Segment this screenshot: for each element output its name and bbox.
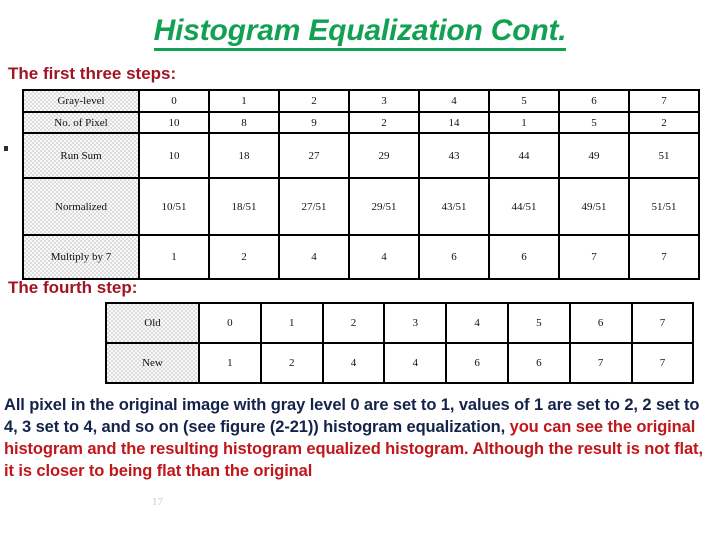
table-cell: 27/51: [278, 177, 350, 236]
table-row: No. of Pixel 10 8 9 2 14 1 5 2: [22, 111, 700, 134]
table-cell: 10: [138, 111, 210, 134]
old-new-mapping-table: Old 0 1 2 3 4 5 6 7 New 1 2 4 4 6 6 7 7: [105, 302, 695, 384]
table-cell: 6: [558, 89, 630, 113]
section-heading-fourth-step: The fourth step:: [8, 278, 138, 297]
table-cell: 6: [568, 302, 633, 344]
table-cell: 51: [628, 132, 700, 179]
row-label: New: [105, 342, 200, 384]
table-row: Gray-level 0 1 2 3 4 5 6 7: [22, 89, 700, 113]
table-cell: 2: [259, 342, 324, 384]
histogram-steps-table: Gray-level 0 1 2 3 4 5 6 7 No. of Pixel …: [22, 89, 700, 280]
table-cell: 1: [198, 342, 262, 384]
table-cell: 43/51: [418, 177, 490, 236]
table-cell: 49: [558, 132, 630, 179]
row-label: No. of Pixel: [22, 111, 140, 134]
page-title-text: Histogram Equalization Cont.: [153, 15, 567, 51]
bullet-marker-icon: [4, 146, 8, 151]
table-cell: 2: [348, 111, 420, 134]
table-cell: 6: [445, 342, 509, 384]
table-cell: 29/51: [348, 177, 420, 236]
table-cell: 18/51: [208, 177, 280, 236]
table-cell: 4: [445, 302, 509, 344]
row-label: Multiply by 7: [22, 234, 140, 280]
table-cell: 6: [488, 234, 560, 280]
table-cell: 7: [628, 234, 700, 280]
table-cell: 5: [558, 111, 630, 134]
table-cell: 1: [488, 111, 560, 134]
table-cell: 8: [208, 111, 280, 134]
table-row: Multiply by 7 1 2 4 4 6 6 7 7: [22, 234, 700, 280]
table-cell: 2: [321, 302, 386, 344]
table-cell: 14: [418, 111, 490, 134]
row-label: Old: [105, 302, 200, 344]
table-cell: 1: [208, 89, 280, 113]
explanation-paragraph: All pixel in the original image with gra…: [4, 394, 716, 482]
table-cell: 5: [506, 302, 571, 344]
table-cell: 0: [198, 302, 262, 344]
table-cell: 7: [630, 342, 695, 384]
table-cell: 10: [138, 132, 210, 179]
table-cell: 4: [278, 234, 350, 280]
table-row: New 1 2 4 4 6 6 7 7: [105, 342, 695, 384]
table-cell: 6: [506, 342, 571, 384]
table-cell: 29: [348, 132, 420, 179]
table-cell: 18: [208, 132, 280, 179]
table-cell: 27: [278, 132, 350, 179]
table-cell: 51/51: [628, 177, 700, 236]
table-cell: 3: [383, 302, 448, 344]
table-cell: 10/51: [138, 177, 210, 236]
table-cell: 5: [488, 89, 560, 113]
table-row: Run Sum 10 18 27 29 43 44 49 51: [22, 132, 700, 179]
table-cell: 1: [138, 234, 210, 280]
table-row: Old 0 1 2 3 4 5 6 7: [105, 302, 695, 344]
table-cell: 4: [348, 234, 420, 280]
table-cell: 1: [259, 302, 324, 344]
table-cell: 7: [558, 234, 630, 280]
table-cell: 44/51: [488, 177, 560, 236]
table-cell: 49/51: [558, 177, 630, 236]
table-cell: 0: [138, 89, 210, 113]
table-cell: 7: [568, 342, 633, 384]
row-label: Run Sum: [22, 132, 140, 179]
table-cell: 43: [418, 132, 490, 179]
table-cell: 4: [418, 89, 490, 113]
row-label: Gray-level: [22, 89, 140, 113]
section-heading-first-three-steps: The first three steps:: [8, 64, 177, 83]
table-cell: 4: [383, 342, 448, 384]
page-title: Histogram Equalization Cont.: [0, 14, 720, 51]
table-row: Normalized 10/51 18/51 27/51 29/51 43/51…: [22, 177, 700, 236]
table-cell: 9: [278, 111, 350, 134]
page-number: 17: [152, 496, 163, 508]
table-cell: 2: [628, 111, 700, 134]
table-cell: 7: [628, 89, 700, 113]
table-cell: 2: [278, 89, 350, 113]
row-label: Normalized: [22, 177, 140, 236]
table-cell: 4: [321, 342, 386, 384]
table-cell: 7: [630, 302, 695, 344]
table-cell: 3: [348, 89, 420, 113]
table-cell: 6: [418, 234, 490, 280]
table-cell: 2: [208, 234, 280, 280]
table-cell: 44: [488, 132, 560, 179]
